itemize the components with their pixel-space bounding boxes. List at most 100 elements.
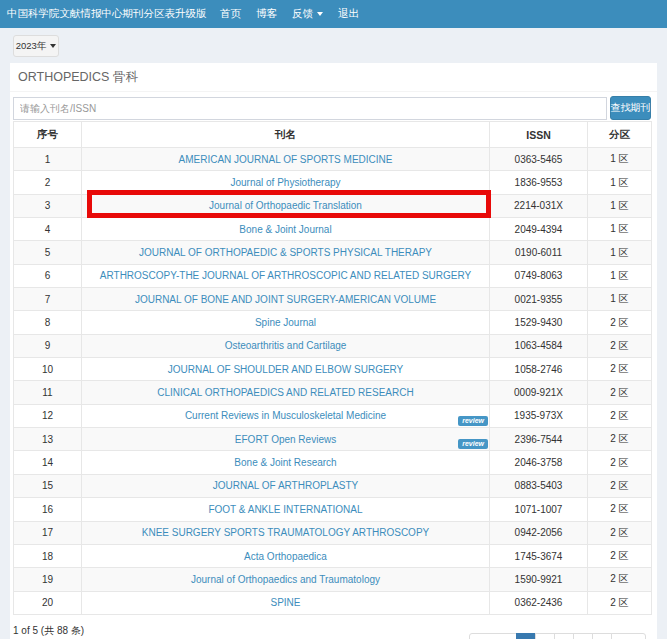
journal-name-cell: Current Reviews in Musculoskeletal Medic…: [82, 404, 490, 427]
journal-name-cell: CLINICAL ORTHOPAEDICS AND RELATED RESEAR…: [82, 381, 490, 404]
journal-link[interactable]: SPINE: [270, 597, 300, 608]
journal-row: 13EFORT Open Reviewsreview2396-75442 区: [14, 428, 652, 451]
journal-name-cell: EFORT Open Reviews review: [82, 428, 490, 451]
nav-item-2[interactable]: 反馈: [285, 7, 331, 21]
row-index: 6: [14, 264, 82, 287]
issn-cell: 0883-5403: [490, 474, 588, 497]
row-index: 10: [14, 358, 82, 381]
nav-item-label: 博客: [256, 7, 277, 21]
journal-row: 8Spine Journal1529-94302 区: [14, 311, 652, 334]
zone-cell: 2 区: [588, 381, 652, 404]
row-index: 4: [14, 218, 82, 241]
row-index: 2: [14, 171, 82, 194]
issn-cell: 0021-9355: [490, 288, 588, 311]
zone-cell: 2 区: [588, 358, 652, 381]
issn-cell: 1590-9921: [490, 568, 588, 591]
issn-cell: 1935-973X: [490, 404, 588, 427]
journal-link[interactable]: ARTHROSCOPY-THE JOURNAL OF ARTHROSCOPIC …: [100, 270, 471, 281]
row-index: 18: [14, 544, 82, 567]
zone-cell: 2 区: [588, 521, 652, 544]
journal-link[interactable]: Osteoarthritis and Cartilage: [225, 340, 347, 351]
pagination-next-button[interactable]: [611, 633, 646, 639]
journal-name-cell: JOURNAL OF SHOULDER AND ELBOW SURGERY: [82, 358, 490, 381]
journal-link[interactable]: Spine Journal: [255, 317, 316, 328]
journal-name-cell: Osteoarthritis and Cartilage: [82, 334, 490, 357]
journal-link[interactable]: JOURNAL OF ARTHROPLASTY: [213, 480, 359, 491]
issn-cell: 1836-9553: [490, 171, 588, 194]
row-index: 7: [14, 288, 82, 311]
journal-link[interactable]: CLINICAL ORTHOPAEDICS AND RELATED RESEAR…: [157, 387, 413, 398]
journal-link[interactable]: AMERICAN JOURNAL OF SPORTS MEDICINE: [179, 154, 393, 165]
content-panel: ORTHOPEDICS 骨科 查找期刊 序号 刊名 ISSN 分区 1 AMERI…: [10, 63, 657, 639]
row-index: 19: [14, 568, 82, 591]
review-badge: review: [458, 439, 488, 449]
journal-row: 2Journal of Physiotherapy1836-95531 区: [14, 171, 652, 194]
journal-link[interactable]: JOURNAL OF ORTHOPAEDIC & SPORTS PHYSICAL…: [139, 247, 432, 258]
journal-link[interactable]: EFORT Open Reviews: [235, 434, 336, 445]
category-heading: ORTHOPEDICS 骨科: [10, 63, 657, 92]
nav-item-1[interactable]: 博客: [249, 7, 285, 21]
issn-cell: 1529-9430: [490, 311, 588, 334]
journal-table-body: 1AMERICAN JOURNAL OF SPORTS MEDICINE0363…: [14, 148, 652, 615]
journal-link[interactable]: Journal of Orthopaedics and Traumatology: [191, 574, 380, 585]
row-index: 3: [14, 194, 82, 217]
journal-link[interactable]: Bone & Joint Research: [234, 457, 336, 468]
search-button[interactable]: 查找期刊: [610, 96, 651, 120]
col-header-index: 序号: [14, 122, 82, 148]
zone-cell: 2 区: [588, 404, 652, 427]
journal-link[interactable]: Journal of Physiotherapy: [230, 177, 340, 188]
nav-item-0[interactable]: 首页: [213, 7, 249, 21]
row-index: 13: [14, 428, 82, 451]
journal-row: 18Acta Orthopaedica1745-36742 区: [14, 544, 652, 567]
year-dropdown-button[interactable]: 2023年: [13, 35, 59, 57]
page-count-info: 1 of 5 (共 88 条): [13, 624, 84, 638]
zone-cell: 2 区: [588, 334, 652, 357]
row-index: 9: [14, 334, 82, 357]
journal-link[interactable]: Bone & Joint Journal: [239, 224, 331, 235]
pagination-page-3[interactable]: 3: [554, 633, 574, 639]
site-title: 中国科学院文献情报中心期刊分区表升级版: [0, 7, 207, 21]
journal-row: 19 Journal of Orthopaedics and Traumatolo…: [14, 568, 652, 591]
pagination: 12345: [469, 633, 646, 639]
journal-row: 6 ARTHROSCOPY-THE JOURNAL OF ARTHROSCOPIC…: [14, 264, 652, 287]
journal-link[interactable]: FOOT & ANKLE INTERNATIONAL: [208, 504, 362, 515]
journal-link[interactable]: Acta Orthopaedica: [244, 551, 327, 562]
search-input[interactable]: [13, 97, 607, 120]
journal-link[interactable]: JOURNAL OF SHOULDER AND ELBOW SURGERY: [168, 364, 404, 375]
pagination-page-2[interactable]: 2: [535, 633, 555, 639]
journal-row: 17KNEE SURGERY SPORTS TRAUMATOLOGY ARTHR…: [14, 521, 652, 544]
journal-name-cell: SPINE: [82, 591, 490, 614]
journal-name-cell: Journal of Physiotherapy: [82, 171, 490, 194]
zone-cell: 1 区: [588, 264, 652, 287]
journal-link[interactable]: JOURNAL OF BONE AND JOINT SURGERY-AMERIC…: [135, 294, 436, 305]
journal-link[interactable]: Current Reviews in Musculoskeletal Medic…: [185, 410, 386, 421]
nav-item-3[interactable]: 退出: [331, 7, 367, 21]
issn-cell: 0942-2056: [490, 521, 588, 544]
journal-name-cell: Journal of Orthopaedics and Traumatology: [82, 568, 490, 591]
zone-cell: 2 区: [588, 498, 652, 521]
table-header-row: 序号 刊名 ISSN 分区: [14, 122, 652, 148]
journal-row: 12Current Reviews in Musculoskeletal Med…: [14, 404, 652, 427]
journal-link[interactable]: KNEE SURGERY SPORTS TRAUMATOLOGY ARTHROS…: [142, 527, 430, 538]
pagination-prev-button[interactable]: [469, 633, 517, 639]
nav-item-label: 反馈: [292, 7, 313, 21]
issn-cell: 1745-3674: [490, 544, 588, 567]
row-index: 16: [14, 498, 82, 521]
journal-name-cell: KNEE SURGERY SPORTS TRAUMATOLOGY ARTHROS…: [82, 521, 490, 544]
zone-cell: 2 区: [588, 428, 652, 451]
pagination-page-5[interactable]: 5: [592, 633, 612, 639]
navbar-menu: 首页 博客 反馈 退出: [213, 7, 367, 21]
journal-row: 4Bone & Joint Journal2049-43941 区: [14, 218, 652, 241]
zone-cell: 2 区: [588, 311, 652, 334]
zone-cell: 2 区: [588, 451, 652, 474]
year-dropdown-label: 2023年: [16, 40, 47, 53]
journal-name-cell: ARTHROSCOPY-THE JOURNAL OF ARTHROSCOPIC …: [82, 264, 490, 287]
journal-link[interactable]: Journal of Orthopaedic Translation: [209, 200, 362, 211]
pagination-page-1[interactable]: 1: [516, 633, 536, 639]
zone-cell: 2 区: [588, 591, 652, 614]
pagination-page-4[interactable]: 4: [573, 633, 593, 639]
nav-item-label: 首页: [220, 7, 241, 21]
journal-row: 20SPINE0362-24362 区: [14, 591, 652, 614]
journal-name-cell: AMERICAN JOURNAL OF SPORTS MEDICINE: [82, 148, 490, 171]
row-index: 11: [14, 381, 82, 404]
